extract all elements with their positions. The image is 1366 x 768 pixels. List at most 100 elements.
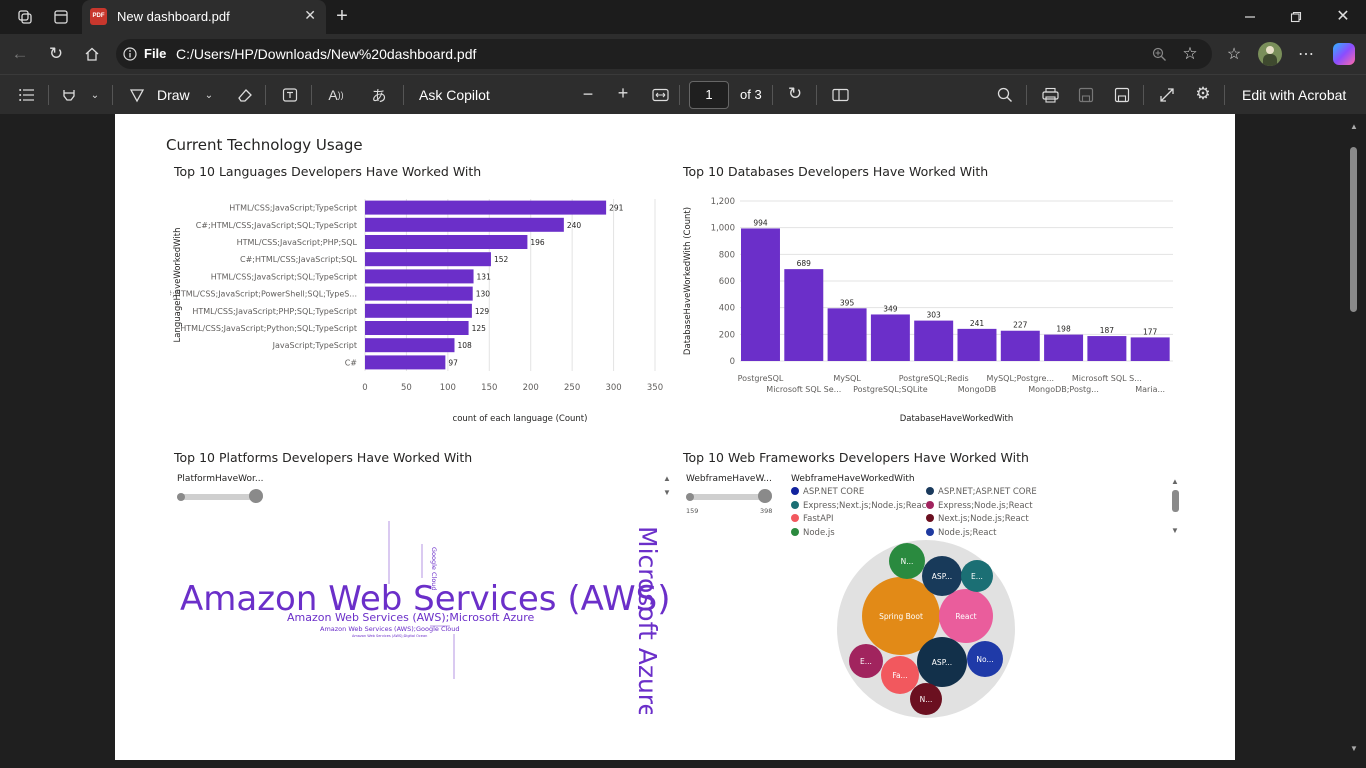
legend-color-dot [791,500,799,509]
bar [1087,336,1127,361]
legend-item[interactable]: Next.js;Node.js;React [926,514,1029,524]
bubble-label: ASP... [932,658,952,667]
profile-avatar[interactable] [1258,42,1282,66]
bar [365,338,455,353]
read-aloud-icon[interactable]: A)) [325,85,347,105]
data-label: 97 [448,358,458,367]
data-label: 108 [457,341,472,350]
legend-item[interactable]: Express;Node.js;React [926,500,1033,511]
platforms-slider-min-handle[interactable] [177,493,185,501]
new-tab-icon[interactable]: + [332,5,352,27]
draw-icon[interactable] [127,85,147,105]
x-tick-label: PostgreSQL [738,374,784,383]
bar [1130,337,1170,361]
toolbar-divider [772,85,773,105]
scrollbar-thumb[interactable] [1350,147,1357,312]
zoom-in-icon[interactable]: + [613,83,633,103]
favorites-icon[interactable]: ☆ [1224,44,1244,64]
platforms-scroll-down-icon[interactable]: ▼ [663,488,671,497]
data-label: 303 [927,311,942,320]
y-tick-label: 0 [730,357,735,367]
bar [365,217,564,232]
highlight-dropdown-icon[interactable]: ⌄ [88,87,102,103]
platforms-scroll-up-icon[interactable]: ▲ [663,474,671,483]
workspaces-icon[interactable] [14,7,36,27]
bubble-label: No... [976,655,993,664]
legend-item[interactable]: Node.js [791,527,835,538]
scroll-down-arrow-icon[interactable]: ▼ [1350,744,1358,753]
frameworks-bubble-chart: Spring Boot React ASP... ASP... N... E... No..… [837,540,1015,718]
copilot-icon[interactable] [1333,43,1355,65]
data-label: 131 [477,272,492,281]
url-text[interactable]: C:/Users/HP/Downloads/New%20dashboard.pd… [176,46,476,62]
x-tick-label: 100 [440,383,456,393]
restore-icon[interactable] [1286,7,1306,27]
more-options-icon[interactable]: ⋯ [1296,44,1316,64]
legend-item[interactable]: FastAPI [791,514,834,524]
save-as-icon[interactable] [1112,85,1132,105]
settings-gear-icon[interactable]: ⚙ [1193,84,1213,104]
data-label: 349 [883,304,898,313]
x-axis-title: count of each language (Count) [453,414,588,424]
frameworks-slider-max-handle[interactable] [758,489,772,503]
legend-color-dot [926,487,934,495]
legend-scroll-up-icon[interactable]: ▲ [1171,477,1179,486]
frameworks-slider-min-handle[interactable] [686,493,694,501]
y-tick-label: HTML/CSS;JavaScript;Python;SQL;TypeScrip… [180,324,357,333]
legend-item[interactable]: Express;Next.js;Node.js;React [791,500,930,511]
close-window-icon[interactable]: ✕ [1333,6,1353,26]
search-icon[interactable] [995,85,1015,105]
bar [365,269,474,284]
platforms-chart-title: Top 10 Platforms Developers Have Worked … [174,450,473,465]
frameworks-legend-title: WebframeHaveWorkedWith [791,474,915,484]
zoom-out-icon[interactable]: − [578,84,598,104]
ask-copilot-button[interactable]: Ask Copilot [419,87,490,103]
data-label: 689 [797,259,812,268]
legend-item[interactable]: ASP.NET;ASP.NET CORE [926,487,1037,497]
legend-item[interactable]: ASP.NET CORE [791,487,864,497]
text-box-icon[interactable] [280,85,300,105]
fullscreen-icon[interactable] [1157,85,1177,105]
tab-actions-icon[interactable] [50,7,72,27]
edit-with-acrobat-button[interactable]: Edit with Acrobat [1242,87,1346,103]
rotate-icon[interactable]: ↻ [785,84,805,104]
legend-scroll-down-icon[interactable]: ▼ [1171,526,1179,535]
translate-icon[interactable]: あ [369,85,389,105]
eraser-icon[interactable] [235,85,255,105]
draw-dropdown-icon[interactable]: ⌄ [202,87,216,103]
tab-new-dashboard[interactable]: PDF New dashboard.pdf ✕ [82,0,326,34]
info-icon[interactable] [122,46,138,62]
legend-item[interactable]: Node.js;React [926,527,997,538]
print-icon[interactable] [1040,85,1060,105]
page-view-icon[interactable] [830,85,850,105]
bubble-label: E... [860,657,872,666]
y-tick-label: HTML/CSS;JavaScript;PHP;SQL [237,238,358,247]
x-tick-label: PostgreSQL;Redis [899,374,969,383]
url-box[interactable]: File C:/Users/HP/Downloads/New%20dashboa… [116,39,1212,69]
contents-icon[interactable] [17,85,37,105]
platforms-slider-max-handle[interactable] [249,489,263,503]
back-icon[interactable]: ← [10,44,30,64]
minimize-icon[interactable] [1240,7,1260,27]
frameworks-legend-scrollbar[interactable] [1172,490,1179,512]
bubble-label: Fa... [892,671,907,680]
scroll-up-arrow-icon[interactable]: ▲ [1350,122,1358,131]
favorite-star-icon[interactable]: ☆ [1180,44,1200,64]
page-number-input[interactable]: 1 [689,81,729,109]
close-tab-icon[interactable]: ✕ [304,7,316,24]
page-scrollbar[interactable]: ▲ ▼ [1344,114,1366,768]
home-icon[interactable] [82,44,102,64]
x-tick-label: Microsoft SQL Se... [766,385,841,394]
databases-bar-chart: 0 200 400 600 800 1,000 1,200 994 PostgreSQL 689 M… [683,197,1173,424]
refresh-icon[interactable]: ↻ [46,44,66,64]
x-tick-label: MySQL [833,374,861,383]
draw-button[interactable]: Draw [157,87,190,103]
frameworks-slider-max: 398 [760,507,773,515]
zoom-icon[interactable] [1150,45,1168,63]
highlight-icon[interactable] [59,85,79,105]
fit-page-icon[interactable] [650,85,670,105]
save-icon[interactable] [1076,85,1096,105]
y-tick-label: 1,000 [711,224,735,234]
pdf-viewer: Current Technology Usage Top 10 Language… [0,114,1366,768]
x-tick-label: 200 [523,383,539,393]
